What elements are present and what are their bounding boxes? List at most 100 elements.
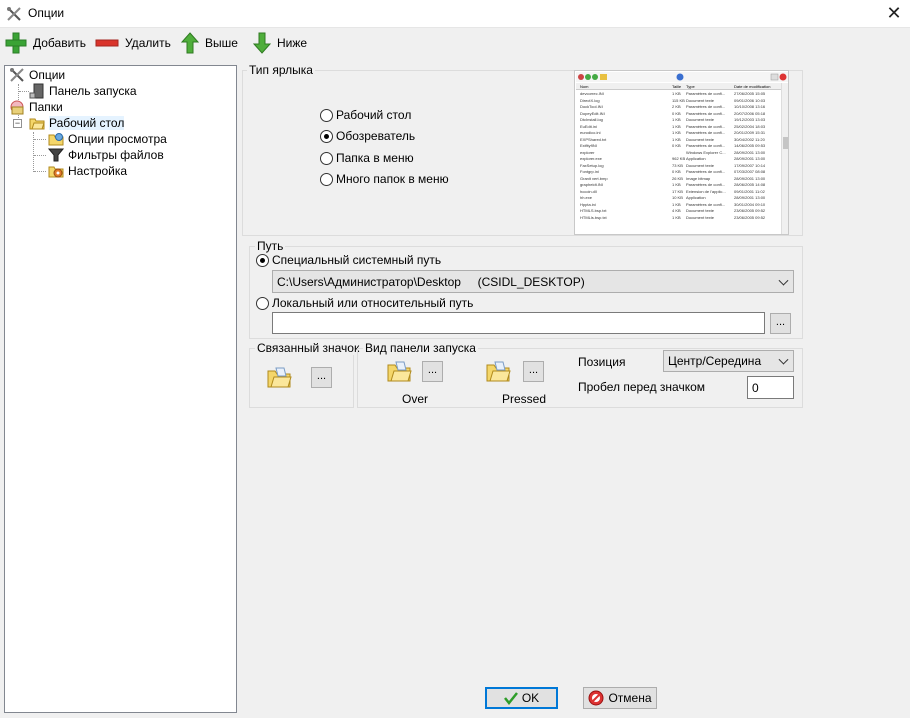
preview-cell: DopeyEdit.INI bbox=[580, 110, 605, 116]
preview-cell: 28/09/2001 13:00 bbox=[734, 156, 766, 161]
preview-row: eurodico.ini 1 KB Paramètres de confi... 20… bbox=[576, 130, 781, 136]
close-icon[interactable]: ✕ bbox=[880, 2, 908, 26]
linked-icon-group bbox=[249, 348, 354, 408]
over-icon-browse-button[interactable]: ... bbox=[422, 361, 443, 382]
preview-cell: explorer bbox=[580, 149, 595, 155]
radio-folder-menu[interactable]: Папка в меню bbox=[320, 151, 414, 165]
folder-icon bbox=[267, 367, 292, 388]
folder-icon bbox=[486, 361, 511, 382]
tree-item-label: Панель запуска bbox=[49, 84, 137, 98]
preview-cell: 0 KB bbox=[672, 143, 681, 148]
preview-row: FaxSetup.log 73 KB Document texte 17/09/200… bbox=[576, 163, 781, 169]
preview-cell: HTMLls.bsp.txt bbox=[580, 214, 607, 220]
tree-item-desktop[interactable]: Рабочий стол bbox=[29, 115, 125, 131]
tree-item-label: Рабочий стол bbox=[49, 116, 125, 130]
preview-cell: Paramètres de confi... bbox=[686, 143, 726, 148]
preview-cell: 07/03/2007 08:08 bbox=[734, 169, 766, 174]
preview-cell: EXPShared.txt bbox=[580, 136, 607, 142]
preview-cell: DtcInstall.log bbox=[580, 117, 603, 122]
preview-cell: Granit vert.bmp bbox=[580, 175, 608, 181]
tools-icon bbox=[10, 68, 24, 82]
tree-item-launch-panel[interactable]: Панель запуска bbox=[29, 83, 137, 99]
preview-header-cell: Type bbox=[686, 84, 695, 89]
preview-row: DtcInstall.log 1 KB Document texte 19/12/20… bbox=[576, 117, 781, 123]
preview-cell: 28/06/2005 14:08 bbox=[734, 182, 766, 187]
preview-cell: Extension de l'applic... bbox=[686, 188, 726, 194]
preview-cell: 1 KB bbox=[672, 136, 681, 142]
preview-cell: 20/07/2006 05:18 bbox=[734, 110, 766, 116]
plus-icon bbox=[5, 32, 27, 54]
radio-many-folders-menu[interactable]: Много папок в меню bbox=[320, 172, 449, 186]
preview-cell: FaxSetup.log bbox=[580, 162, 604, 168]
radio-label: Обозреватель bbox=[336, 129, 416, 143]
preview-cell: 1 KB bbox=[672, 201, 681, 207]
preview-cell: 115 KB bbox=[672, 97, 685, 103]
preview-row: HTMLls.bsp.txt 1 KB Document texte 23/06/20… bbox=[576, 215, 781, 221]
preview-cell: Paramètres de confi... bbox=[686, 110, 726, 116]
add-button[interactable]: Добавить bbox=[5, 31, 86, 55]
preview-row: hccoin.dll 17 KB Extension de l'applic... 0… bbox=[576, 189, 781, 195]
tree-item-view-options[interactable]: Опции просмотра bbox=[48, 131, 167, 147]
move-down-button[interactable]: Ниже bbox=[253, 31, 307, 55]
local-path-browse-button[interactable]: ... bbox=[770, 313, 791, 334]
radio-circle bbox=[320, 151, 333, 165]
pressed-icon-browse-button[interactable]: ... bbox=[523, 361, 544, 382]
preview-cell: Document texte bbox=[686, 208, 715, 213]
up-label: Выше bbox=[205, 36, 238, 50]
radio-special-path[interactable]: Специальный системный путь bbox=[256, 253, 441, 267]
preview-cell: 28/09/2001 13:00 bbox=[734, 195, 766, 200]
ok-button[interactable]: OK bbox=[485, 687, 558, 709]
radio-local-path[interactable]: Локальный или относительный путь bbox=[256, 296, 473, 310]
settings-icon bbox=[48, 166, 64, 178]
spacing-input[interactable]: 0 bbox=[747, 376, 794, 399]
preview-cell: 20/01/2009 15:31 bbox=[734, 130, 766, 135]
radio-desktop[interactable]: Рабочий стол bbox=[320, 108, 411, 122]
collapse-toggle[interactable]: − bbox=[13, 119, 22, 128]
preview-row: devcorrec.INI 1 KB Paramètres de confi... 2… bbox=[576, 91, 781, 97]
over-label: Over bbox=[402, 392, 429, 406]
tree-item-options[interactable]: Опции bbox=[9, 67, 65, 83]
preview-cell: 1 KB bbox=[672, 91, 681, 96]
preview-toolbar bbox=[576, 72, 788, 82]
preview-cell: hh.exe bbox=[580, 195, 593, 200]
tree-item-folders[interactable]: Папки bbox=[9, 99, 63, 115]
preview-cell: hccoin.dll bbox=[580, 188, 597, 194]
tree-item-file-filters[interactable]: Фильтры файлов bbox=[48, 147, 164, 163]
options-tree[interactable]: Опции Панель запуска Папки − Рабочий сто… bbox=[4, 65, 237, 713]
add-label: Добавить bbox=[33, 36, 87, 50]
linked-icon-browse-button[interactable]: ... bbox=[311, 367, 332, 388]
radio-circle bbox=[256, 296, 269, 310]
tools-icon bbox=[7, 7, 21, 21]
radio-label: Локальный или относительный путь bbox=[272, 296, 474, 310]
preview-cell: 4 KB bbox=[672, 208, 681, 213]
move-up-button[interactable]: Выше bbox=[181, 31, 238, 55]
preview-cell: HTMLS.bsp.txt bbox=[580, 208, 607, 213]
position-value: Центр/Середина bbox=[668, 354, 762, 368]
filter-icon bbox=[48, 148, 64, 162]
cancel-button[interactable]: Отмена bbox=[583, 687, 657, 709]
preview-cell: 09/01/2006 10:03 bbox=[734, 97, 766, 103]
radio-circle-selected bbox=[256, 253, 269, 267]
preview-cell: Paramètres de confi... bbox=[686, 201, 726, 207]
desktop-folder-icon bbox=[29, 118, 45, 130]
arrow-up-icon bbox=[181, 32, 199, 54]
delete-button[interactable]: Удалить bbox=[95, 31, 171, 55]
preview-cell: 2 KB bbox=[672, 104, 681, 109]
preview-header-cell: Nom bbox=[580, 84, 589, 89]
preview-cell: 17/09/2007 10:14 bbox=[734, 162, 766, 168]
cancel-label: Отмена bbox=[608, 691, 652, 705]
tree-item-settings[interactable]: Настройка bbox=[48, 163, 127, 179]
special-path-select[interactable]: C:\Users\Администратор\Desktop (CSIDL_DE… bbox=[272, 270, 794, 293]
preview-cell: Application bbox=[686, 195, 706, 200]
checkmark-icon bbox=[503, 692, 518, 705]
preview-cell: Paramètres de confi... bbox=[686, 130, 726, 135]
special-path-value: C:\Users\Администратор\Desktop (CSIDL_DE… bbox=[277, 274, 585, 289]
position-select[interactable]: Центр/Середина bbox=[663, 350, 794, 372]
radio-label: Папка в меню bbox=[336, 151, 414, 165]
preview-cell: EuEdit.ini bbox=[580, 123, 597, 129]
radio-explorer[interactable]: Обозреватель bbox=[320, 129, 415, 143]
preview-header-cell: Taille bbox=[672, 84, 682, 89]
delete-label: Удалить bbox=[125, 36, 171, 50]
preview-row: DockTool.INI 2 KB Paramètres de confi... 10… bbox=[576, 104, 781, 110]
local-path-input[interactable] bbox=[272, 312, 765, 334]
